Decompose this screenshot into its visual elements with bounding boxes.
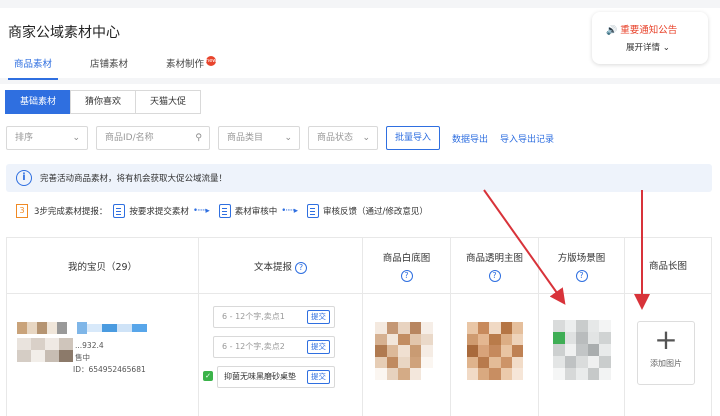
document-icon: [307, 204, 320, 218]
new-badge: new: [206, 56, 217, 66]
info-icon: i: [16, 170, 32, 186]
segment-guess-you-like[interactable]: 猜你喜欢: [70, 90, 137, 114]
segment-tmall-promo[interactable]: 天猫大促: [135, 90, 202, 114]
search-placeholder: 商品ID/名称: [105, 133, 154, 143]
sort-select[interactable]: 排序 ⌄: [6, 126, 88, 150]
tab-store-material[interactable]: 店铺素材: [84, 56, 134, 80]
steps-lead: 3步完成素材提报：: [34, 207, 108, 217]
chevron-down-icon: ⌄: [362, 133, 370, 143]
segment-control: 基础素材 猜你喜欢 天猫大促: [5, 90, 202, 114]
notice-title[interactable]: 🔊 重要通知公告: [606, 22, 677, 36]
filter-bar: 排序 ⌄ 商品ID/名称 ⚲ 商品类目 ⌄ 商品状态 ⌄ 批量导入 数据导出 导入导出记…: [6, 126, 566, 150]
selling-point-3-row: ✓ 抑菌无味黑磨砂桌垫 提交: [203, 366, 335, 388]
step-3: 审核反馈（通过/修改意见）: [323, 207, 428, 217]
item-status: 售中: [75, 353, 90, 362]
help-icon[interactable]: ?: [295, 262, 308, 274]
header-square-scene-label: 方版场景图: [557, 253, 606, 264]
header-my-items-label: 我的宝贝（29）: [67, 262, 138, 273]
item-title-blurred-2: [87, 324, 147, 332]
tab-bar: 商品素材 店铺素材 素材制作 new: [8, 56, 248, 80]
check-icon: ✓: [203, 371, 213, 381]
white-bg-image-blurred[interactable]: [375, 322, 433, 380]
step-1: 按要求提交素材: [129, 207, 189, 217]
search-input[interactable]: 商品ID/名称 ⚲: [96, 126, 210, 150]
header-text-submission: 文本提报 ?: [199, 238, 363, 294]
bulk-import-button[interactable]: 批量导入: [386, 126, 441, 150]
help-icon[interactable]: ?: [488, 270, 501, 282]
square-scene-image-blurred[interactable]: [553, 320, 611, 380]
notice-expand-text: 展开详情: [626, 43, 661, 53]
white-bg-image-cell: [363, 294, 451, 416]
selling-point-2-placeholder: 6 - 12个字,卖点2: [222, 342, 285, 351]
item-cell: ...932.4 售中 ID：654952465681: [7, 294, 199, 416]
category-select-label: 商品类目: [227, 133, 264, 143]
selling-point-2-input[interactable]: 6 - 12个字,卖点2 提交: [213, 336, 335, 358]
notice-title-text: 重要通知公告: [620, 25, 678, 36]
step-count-icon: 3: [16, 204, 28, 218]
tab-material-production[interactable]: 素材制作 new: [160, 56, 222, 80]
item-id: ID：654952465681: [73, 365, 146, 374]
item-thumbnail-blurred: [17, 338, 73, 362]
speaker-icon: 🔊: [606, 26, 618, 36]
sort-select-label: 排序: [15, 133, 34, 143]
square-scene-image-cell: [539, 294, 625, 416]
header-square-scene-image: 方版场景图 ?: [539, 238, 625, 294]
header-long-image: 商品长图: [625, 238, 711, 294]
status-select-label: 商品状态: [317, 133, 354, 143]
notice-card: 🔊 重要通知公告 展开详情 ⌄: [592, 12, 708, 64]
header-long-image-label: 商品长图: [648, 261, 687, 272]
dotted-arrow-icon: •·····▸: [192, 206, 210, 216]
tab-product-material[interactable]: 商品素材: [8, 56, 59, 80]
notice-expand-link[interactable]: 展开详情 ⌄: [626, 41, 670, 53]
steps-guide: 3 3步完成素材提报： 按要求提交素材 •·····▸ 素材审核中 •·····…: [16, 204, 428, 218]
selling-point-3-value: 抑菌无味黑磨砂桌垫: [224, 372, 296, 381]
transparent-image-cell: [451, 294, 539, 416]
selling-point-1-input[interactable]: 6 - 12个字,卖点1 提交: [213, 306, 335, 328]
selling-point-3-input[interactable]: 抑菌无味黑磨砂桌垫 提交: [217, 366, 335, 388]
search-icon: ⚲: [195, 133, 202, 143]
header-my-items: 我的宝贝（29）: [7, 238, 199, 294]
chevron-down-icon: ⌄: [662, 43, 670, 53]
material-table: 我的宝贝（29） 文本提报 ? 商品白底图 ? 商品透明主图 ? 方版场景图 ?…: [6, 237, 712, 416]
header-text-submission-label: 文本提报: [253, 262, 292, 273]
submit-button[interactable]: 提交: [307, 340, 330, 354]
text-submission-cell: 6 - 12个字,卖点1 提交 6 - 12个字,卖点2 提交 ✓ 抑菌无味黑磨…: [199, 294, 363, 416]
item-price: ...932.4: [75, 341, 104, 350]
header-white-bg-image: 商品白底图 ?: [363, 238, 451, 294]
document-icon: [113, 204, 126, 218]
status-select[interactable]: 商品状态 ⌄: [308, 126, 378, 150]
add-image-label: 添加图片: [650, 359, 682, 368]
header-transparent-label: 商品透明主图: [465, 253, 523, 264]
submit-button[interactable]: 提交: [307, 310, 330, 324]
help-icon[interactable]: ?: [400, 270, 413, 282]
transparent-image-blurred[interactable]: [467, 322, 523, 380]
info-banner: i 完善活动商品素材，将有机会获取大促公域流量！: [6, 164, 712, 192]
category-select[interactable]: 商品类目 ⌄: [218, 126, 300, 150]
main-panel: 基础素材 猜你喜欢 天猫大促 排序 ⌄ 商品ID/名称 ⚲ 商品类目 ⌄ 商品状态 ⌄ …: [0, 84, 720, 416]
header-transparent-image: 商品透明主图 ?: [451, 238, 539, 294]
step-2: 素材审核中: [234, 207, 278, 217]
long-image-cell: + 添加图片: [625, 294, 711, 416]
add-image-button[interactable]: + 添加图片: [637, 321, 695, 385]
import-export-log-link[interactable]: 导入导出记录: [500, 132, 554, 145]
tab-material-production-label: 素材制作: [166, 59, 205, 70]
header-white-bg-label: 商品白底图: [382, 253, 431, 264]
selling-point-1-placeholder: 6 - 12个字,卖点1: [222, 312, 285, 321]
data-export-link[interactable]: 数据导出: [452, 132, 488, 145]
info-banner-text: 完善活动商品素材，将有机会获取大促公域流量！: [40, 174, 228, 184]
submit-button[interactable]: 提交: [307, 370, 330, 384]
segment-basic-material[interactable]: 基础素材: [5, 90, 72, 114]
page-title: 商家公域素材中心: [8, 25, 120, 41]
item-title-blurred: [17, 322, 87, 334]
dotted-arrow-icon: •·····▸: [281, 206, 298, 216]
help-icon[interactable]: ?: [575, 270, 588, 282]
plus-icon: +: [654, 323, 678, 356]
chevron-down-icon: ⌄: [72, 133, 80, 143]
chevron-down-icon: ⌄: [284, 133, 292, 143]
document-icon: [218, 204, 231, 218]
